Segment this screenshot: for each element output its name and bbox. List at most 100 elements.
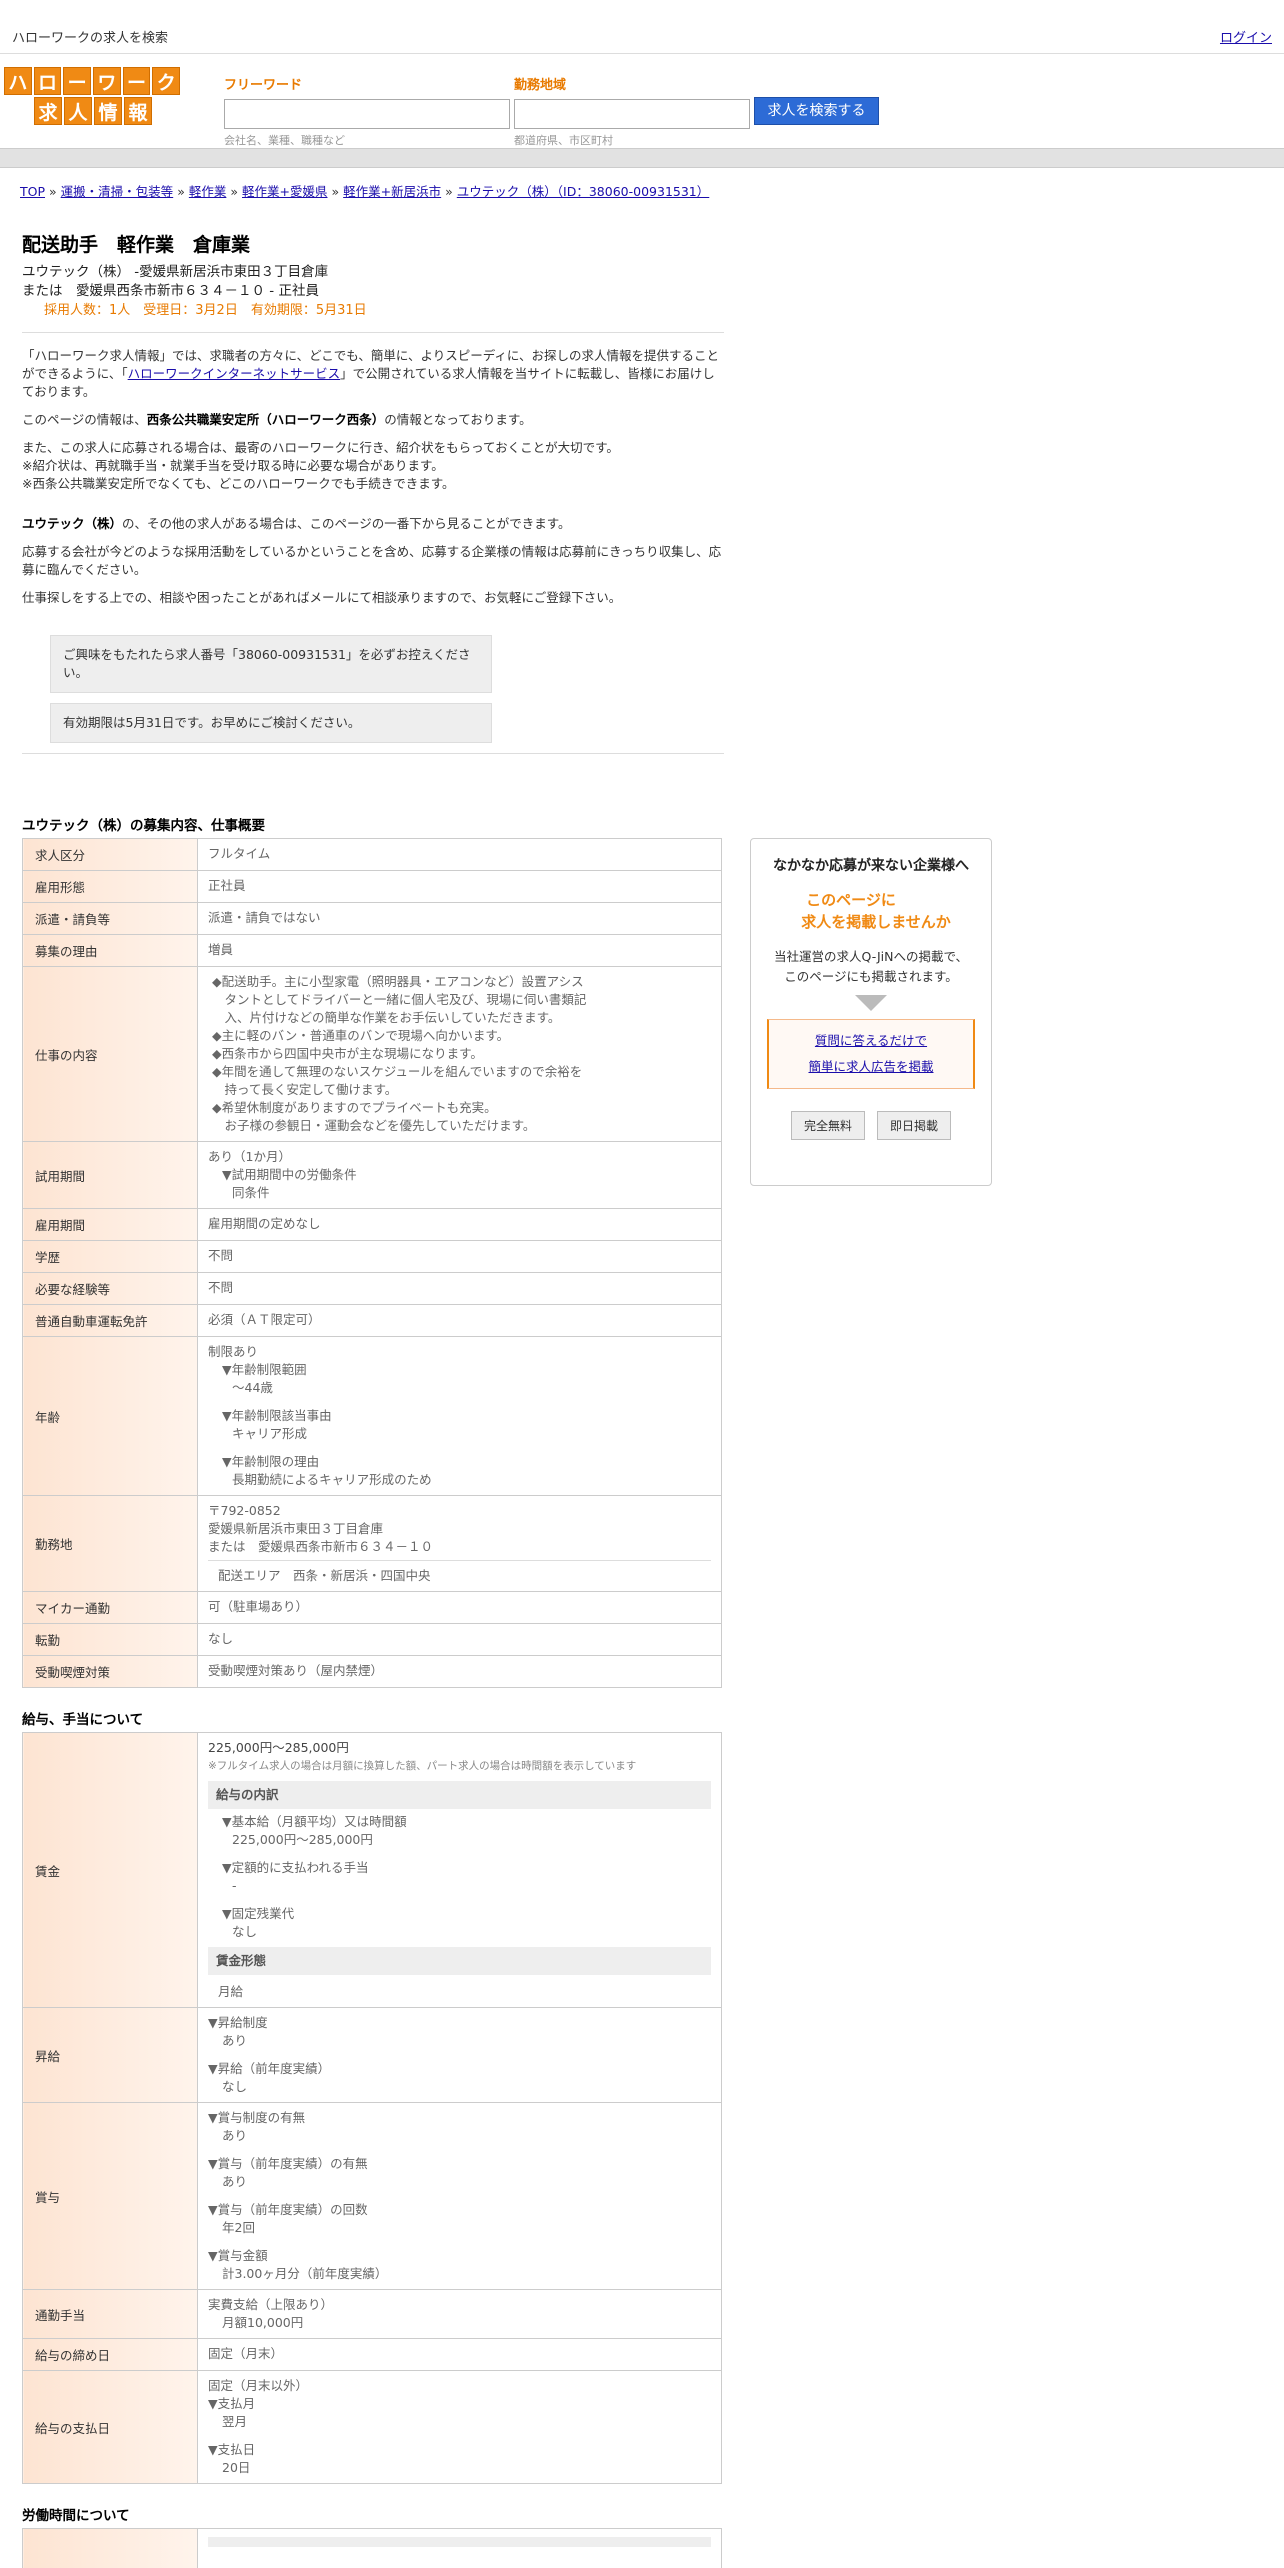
bonus-record-heading: ▼賞与（前年度実績）の有無 bbox=[208, 2156, 368, 2171]
hellowork-internet-link[interactable]: ハローワークインターネットサービス bbox=[128, 366, 341, 381]
other-jobs-paragraph: ユウテック（株）の、その他の求人がある場合は、このページの一番下から見ることがで… bbox=[22, 515, 724, 533]
source-office: 西条公共職業安定所（ハローワーク西条） bbox=[146, 412, 385, 427]
age-reason: 長期勤続によるキャリア形成のため bbox=[232, 1472, 432, 1487]
keyword-input[interactable] bbox=[224, 99, 510, 129]
breadcrumb: TOP» 運搬・清掃・包装等» 軽作業» 軽作業+愛媛県» 軽作業+新居浜市» ユウテック… bbox=[20, 181, 709, 200]
age-value: 制限あり ▼年齢制限範囲 〜44歳 ▼年齢制限該当事由 キャリア形成 ▼年齢制限… bbox=[197, 1336, 722, 1496]
table-row: 学歴 不問 bbox=[22, 1240, 722, 1273]
answer-questions-link[interactable]: 質問に答えるだけで bbox=[769, 1028, 973, 1054]
table-row: 受動喫煙対策 受動喫煙対策あり（屋内禁煙） bbox=[22, 1655, 722, 1688]
breadcrumb-top[interactable]: TOP bbox=[20, 184, 45, 199]
row-value: 派遣・請負ではない bbox=[197, 902, 722, 935]
row-label bbox=[22, 2528, 198, 2568]
search-button[interactable]: 求人を検索する bbox=[754, 97, 879, 125]
breadcrumb-separator: » bbox=[331, 184, 340, 199]
table-row: 試用期間 あり（1か月） ▼試用期間中の労働条件 同条件 bbox=[22, 1141, 722, 1209]
trial-conditions: 同条件 bbox=[232, 1185, 270, 1200]
row-label: 勤務地 bbox=[22, 1495, 198, 1592]
age-range: 〜44歳 bbox=[232, 1380, 273, 1395]
keyword-search: フリーワード 会社名、業種、職種など bbox=[224, 74, 510, 148]
alt-location: または 愛媛県西条市新市６３４－１０ - 正社員 bbox=[22, 283, 319, 299]
description-line: 持って長く安定して働けます。 bbox=[212, 1082, 398, 1097]
login-link[interactable]: ログイン bbox=[1220, 27, 1272, 46]
area-hint: 都道府県、市区町村 bbox=[514, 134, 613, 147]
trial-period-value: あり（1か月） ▼試用期間中の労働条件 同条件 bbox=[197, 1141, 722, 1209]
table-row: 通勤手当 実費支給（上限あり） 月額10,000円 bbox=[22, 2289, 722, 2339]
divider bbox=[22, 332, 724, 333]
breadcrumb-prefecture[interactable]: 軽作業+愛媛県 bbox=[242, 184, 327, 199]
bonus-value: ▼賞与制度の有無 あり ▼賞与（前年度実績）の有無 あり ▼賞与（前年度実績）の… bbox=[197, 2102, 722, 2290]
row-value: 正社員 bbox=[197, 870, 722, 903]
age-limit: 制限あり bbox=[208, 1344, 259, 1359]
row-label: 派遣・請負等 bbox=[22, 902, 198, 935]
table-row: マイカー通勤 可（駐車場あり） bbox=[22, 1591, 722, 1624]
site-logo[interactable]: ハ ロ ー ワ ー ク 求 人 情 報 bbox=[4, 67, 181, 127]
employer-ad-tags: 完全無料 即日掲載 bbox=[751, 1111, 991, 1140]
logo-char: 人 bbox=[64, 97, 92, 125]
bonus-count: 年2回 bbox=[222, 2220, 255, 2235]
employer-ad-title: なかなか応募が来ない企業様へ bbox=[773, 858, 969, 874]
table-row: 給与の締め日 固定（月末） bbox=[22, 2338, 722, 2371]
keyword-label: フリーワード bbox=[224, 78, 303, 93]
logo-char: ハ bbox=[4, 67, 32, 95]
company-location: ユウテック（株） -愛媛県新居浜市東田３丁目倉庫 bbox=[22, 264, 329, 280]
bonus-system-heading: ▼賞与制度の有無 bbox=[208, 2110, 306, 2125]
address: 愛媛県新居浜市東田３丁目倉庫 bbox=[208, 1521, 384, 1536]
job-title: 配送助手 軽作業 倉庫業 bbox=[22, 234, 251, 256]
description-line: 入、片付けなどの簡単な作業をお手伝いしていただきます。 bbox=[212, 1010, 561, 1025]
worktime-subheading bbox=[208, 2537, 711, 2547]
logo-char: 報 bbox=[124, 97, 152, 125]
row-label: 通勤手当 bbox=[22, 2289, 198, 2339]
row-label: 仕事の内容 bbox=[22, 966, 198, 1142]
commute-allowance: 実費支給（上限あり） bbox=[208, 2297, 334, 2312]
row-label: 給与の締め日 bbox=[22, 2338, 198, 2371]
pay-day: 20日 bbox=[222, 2460, 251, 2475]
breadcrumb-separator: » bbox=[445, 184, 453, 199]
referral-text: また、この求人に応募される場合は、最寄のハローワークに行き、紹介状をもらっておく… bbox=[22, 440, 619, 455]
row-label: 賃金 bbox=[22, 1732, 198, 2008]
employer-ad-catch: このページに 求人を掲載しませんか bbox=[751, 889, 991, 933]
pay-month: 翌月 bbox=[222, 2414, 248, 2429]
free-badge: 完全無料 bbox=[790, 1111, 865, 1140]
row-label: 試用期間 bbox=[22, 1141, 198, 1209]
row-label: 転勤 bbox=[22, 1623, 198, 1656]
logo-char: ー bbox=[122, 67, 151, 95]
row-label: マイカー通勤 bbox=[22, 1591, 198, 1624]
job-meta: 採用人数：1人 受理日：3月2日 有効期限：5月31日 bbox=[44, 303, 367, 318]
consult-paragraph: 仕事探しをする上での、相談や困ったことがあればメールにて相談承りますので、お気軽… bbox=[22, 590, 622, 605]
age-reason-category-heading: ▼年齢制限該当事由 bbox=[222, 1408, 332, 1423]
breadcrumb-separator: » bbox=[230, 184, 239, 199]
bonus-count-heading: ▼賞与（前年度実績）の回数 bbox=[208, 2202, 368, 2217]
catch-line: このページに bbox=[806, 891, 896, 909]
wage-type-heading: 賃金形態 bbox=[208, 1947, 711, 1975]
table-row: 雇用期間 雇用期間の定めなし bbox=[22, 1208, 722, 1241]
employer-ad-description: 当社運営の求人Q-JiNへの掲載で、 このページにも掲載されます。 bbox=[751, 947, 991, 987]
employer-ad-box: なかなか応募が来ない企業様へ このページに 求人を掲載しませんか 当社運営の求人… bbox=[750, 838, 992, 1186]
logo-char: ワ bbox=[93, 67, 121, 95]
fixed-overtime: なし bbox=[232, 1924, 258, 1939]
row-label: 年齢 bbox=[22, 1336, 198, 1496]
job-description: ◆配送助手。主に小型家電（照明器具・エアコンなど）設置アシス タントとしてドライ… bbox=[197, 966, 722, 1142]
main-content: 配送助手 軽作業 倉庫業 ユウテック（株） -愛媛県新居浜市東田３丁目倉庫 また… bbox=[22, 230, 724, 2568]
breadcrumb-company[interactable]: ユウテック（株）（ID：38060-00931531） bbox=[457, 184, 709, 199]
company-name: ユウテック（株） bbox=[22, 516, 123, 531]
post-job-ad-link[interactable]: 簡単に求人広告を掲載 bbox=[769, 1054, 973, 1080]
row-value: 必須（ＡＴ限定可） bbox=[197, 1304, 722, 1337]
breadcrumb-city[interactable]: 軽作業+新居浜市 bbox=[343, 184, 441, 199]
raise-system-heading: ▼昇給制度 bbox=[208, 2015, 268, 2030]
breadcrumb-category[interactable]: 運搬・清掃・包装等 bbox=[61, 184, 174, 199]
row-label: 賞与 bbox=[22, 2102, 198, 2290]
description-line: 当社運営の求人Q-JiNへの掲載で、 bbox=[774, 949, 968, 964]
job-number-notice: ご興味をもたれたら求人番号「38060-00931531」を必ずお控えください。 bbox=[50, 635, 492, 693]
area-input[interactable] bbox=[514, 99, 750, 129]
raise-value: ▼昇給制度 あり ▼昇給（前年度実績） なし bbox=[197, 2007, 722, 2103]
top-bar: ハローワークの求人を検索 ログイン bbox=[0, 0, 1284, 54]
row-value: 増員 bbox=[197, 934, 722, 967]
base-pay-heading: ▼基本給（月額平均）又は時間額 bbox=[222, 1814, 407, 1829]
row-value: なし bbox=[197, 1623, 722, 1656]
raise-system: あり bbox=[222, 2033, 248, 2048]
fixed-allowance-heading: ▼定額的に支払われる手当 bbox=[222, 1860, 369, 1875]
age-reason-category: キャリア形成 bbox=[232, 1426, 308, 1441]
breadcrumb-job-type[interactable]: 軽作業 bbox=[189, 184, 227, 199]
table-row: 給与の支払日 固定（月末以外） ▼支払月 翌月 ▼支払日 20日 bbox=[22, 2370, 722, 2484]
